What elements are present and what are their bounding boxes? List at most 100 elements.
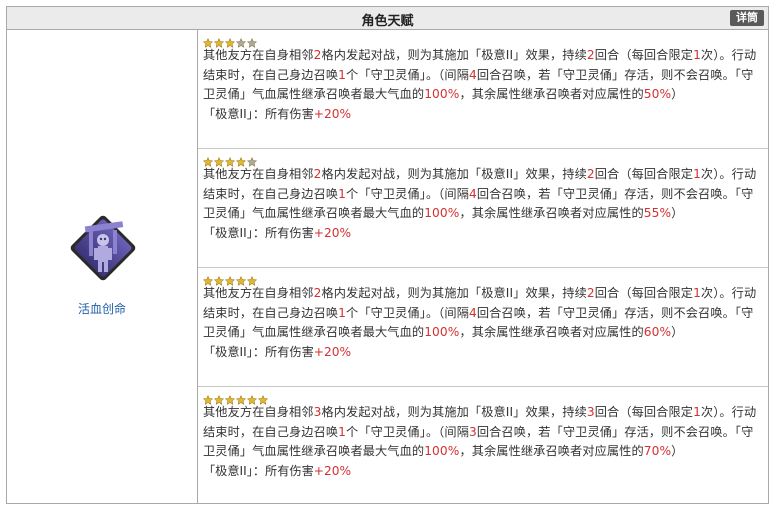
star-filled-icon <box>214 271 224 286</box>
highlight-value: 1 <box>338 67 347 82</box>
highlight-value: 4 <box>469 305 477 320</box>
description-text: 格内发起对战，则为其施加「极意II」效果，持续 <box>321 167 587 181</box>
highlight-value: 100% <box>424 444 460 459</box>
star-filled-icon <box>203 271 213 286</box>
highlight-value: 1 <box>693 405 701 419</box>
star-filled-icon <box>236 390 246 405</box>
star-filled-icon <box>236 152 246 167</box>
description-text: ，其余属性继承召唤者对应属性的 <box>459 325 644 340</box>
highlight-value: 2 <box>586 48 595 62</box>
description-text: 回合（每回合限定 <box>594 48 694 62</box>
talent-table: 角色天赋 详筒 活血创命 其他友方在自身相邻2格内发起对战，则为其施加「极意II… <box>6 6 769 504</box>
highlight-value: 100% <box>424 206 460 221</box>
table-header: 角色天赋 详筒 <box>7 7 768 30</box>
description-text: 其他友方在自身相邻 <box>203 167 314 181</box>
star-rating <box>203 33 764 48</box>
description-text: 回合（每回合限定 <box>594 167 694 181</box>
description-text: ，其余属性继承召唤者对应属性的 <box>459 87 644 102</box>
description-text: ） <box>671 444 684 459</box>
star-rating <box>203 390 764 405</box>
star-filled-icon <box>236 271 246 286</box>
highlight-value: 4 <box>469 67 477 82</box>
description-text: ，其余属性继承召唤者对应属性的 <box>459 206 644 221</box>
star-filled-icon <box>225 33 235 48</box>
talent-description: 其他友方在自身相邻2格内发起对战，则为其施加「极意II」效果，持续2回合（每回合… <box>203 46 764 105</box>
star-filled-icon <box>247 271 257 286</box>
star-filled-icon <box>203 390 213 405</box>
bonus-line: 「极意II」：所有伤害+20% <box>203 105 764 125</box>
star-rating <box>203 152 764 167</box>
highlight-value: 1 <box>338 186 347 201</box>
star-filled-icon <box>247 390 257 405</box>
highlight-value: 2 <box>586 167 595 181</box>
star-filled-icon <box>203 33 213 48</box>
description-text: 个「守卫灵俑」。（间隔 <box>346 424 469 439</box>
description-text: 回合（每回合限定 <box>594 405 694 419</box>
star-filled-icon <box>225 152 235 167</box>
star-filled-icon <box>214 390 224 405</box>
talent-level-row: 其他友方在自身相邻2格内发起对战，则为其施加「极意II」效果，持续2回合（每回合… <box>198 149 768 268</box>
bonus-value: +20% <box>313 107 352 122</box>
talent-description: 其他友方在自身相邻3格内发起对战，则为其施加「极意II」效果，持续3回合（每回合… <box>203 403 764 462</box>
star-filled-icon <box>225 390 235 405</box>
talent-description: 其他友方在自身相邻2格内发起对战，则为其施加「极意II」效果，持续2回合（每回合… <box>203 284 764 343</box>
description-text: ） <box>671 87 684 102</box>
bonus-label: 「极意II」：所有伤害 <box>203 226 314 241</box>
star-filled-icon <box>214 152 224 167</box>
star-filled-icon <box>214 33 224 48</box>
talent-level-row: 其他友方在自身相邻2格内发起对战，则为其施加「极意II」效果，持续2回合（每回合… <box>198 268 768 387</box>
highlight-value: 2 <box>586 286 595 300</box>
description-text: ） <box>671 325 684 340</box>
highlight-value: 3 <box>469 424 477 439</box>
talent-description: 其他友方在自身相邻2格内发起对战，则为其施加「极意II」效果，持续2回合（每回合… <box>203 165 764 224</box>
description-text: ） <box>671 206 684 221</box>
talent-cell: 活血创命 <box>7 30 198 503</box>
detail-button[interactable]: 详筒 <box>730 10 764 26</box>
table-title: 角色天赋 <box>361 14 414 29</box>
highlight-value: 50% <box>643 87 672 102</box>
highlight-value: 100% <box>424 325 460 340</box>
highlight-value: 1 <box>338 424 347 439</box>
description-text: 格内发起对战，则为其施加「极意II」效果，持续 <box>321 48 587 62</box>
skeleton-summon-icon <box>65 210 141 286</box>
star-empty-icon <box>247 152 257 167</box>
bonus-label: 「极意II」：所有伤害 <box>203 464 314 479</box>
bonus-value: +20% <box>313 226 352 241</box>
talent-levels: 其他友方在自身相邻2格内发起对战，则为其施加「极意II」效果，持续2回合（每回合… <box>198 30 768 503</box>
star-empty-icon <box>236 33 246 48</box>
bonus-line: 「极意II」：所有伤害+20% <box>203 462 764 482</box>
highlight-value: 60% <box>643 325 672 340</box>
highlight-value: 4 <box>469 186 477 201</box>
star-filled-icon <box>225 271 235 286</box>
talent-level-row: 其他友方在自身相邻3格内发起对战，则为其施加「极意II」效果，持续3回合（每回合… <box>198 387 768 504</box>
highlight-value: 3 <box>586 405 595 419</box>
description-text: 个「守卫灵俑」。（间隔 <box>346 67 469 82</box>
highlight-value: 55% <box>643 206 672 221</box>
description-text: 格内发起对战，则为其施加「极意II」效果，持续 <box>321 405 587 419</box>
bonus-value: +20% <box>313 464 352 479</box>
star-rating <box>203 271 764 286</box>
description-text: ，其余属性继承召唤者对应属性的 <box>459 444 644 459</box>
star-empty-icon <box>247 33 257 48</box>
bonus-line: 「极意II」：所有伤害+20% <box>203 343 764 363</box>
talent-name-link[interactable]: 活血创命 <box>7 300 197 317</box>
highlight-value: 1 <box>338 305 347 320</box>
bonus-line: 「极意II」：所有伤害+20% <box>203 224 764 244</box>
star-filled-icon <box>203 152 213 167</box>
highlight-value: 100% <box>424 87 460 102</box>
highlight-value: 1 <box>693 286 701 300</box>
description-text: 格内发起对战，则为其施加「极意II」效果，持续 <box>321 286 587 300</box>
highlight-value: 1 <box>693 167 701 181</box>
description-text: 其他友方在自身相邻 <box>203 405 314 419</box>
star-filled-icon <box>258 390 268 405</box>
description-text: 回合（每回合限定 <box>594 286 694 300</box>
bonus-label: 「极意II」：所有伤害 <box>203 107 314 122</box>
description-text: 个「守卫灵俑」。（间隔 <box>346 305 469 320</box>
bonus-label: 「极意II」：所有伤害 <box>203 345 314 360</box>
description-text: 个「守卫灵俑」。（间隔 <box>346 186 469 201</box>
talent-level-row: 其他友方在自身相邻2格内发起对战，则为其施加「极意II」效果，持续2回合（每回合… <box>198 30 768 149</box>
bonus-value: +20% <box>313 345 352 360</box>
description-text: 其他友方在自身相邻 <box>203 48 314 62</box>
description-text: 其他友方在自身相邻 <box>203 286 314 300</box>
highlight-value: 1 <box>693 48 701 62</box>
